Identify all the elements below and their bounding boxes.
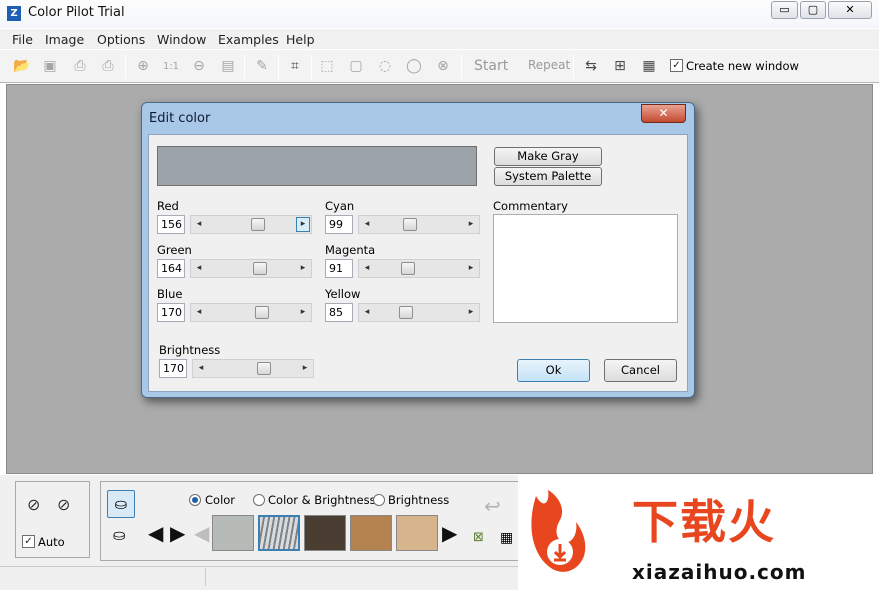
green-label: Green: [157, 243, 192, 257]
app-icon: Z: [7, 6, 21, 21]
thumbnail-3[interactable]: [304, 515, 346, 551]
red-input[interactable]: 156: [157, 215, 185, 234]
mode-color-brightness-label: Color & Brightness: [268, 493, 376, 507]
yellow-slider[interactable]: ◂ ▸: [358, 303, 480, 322]
rect-select-icon[interactable]: ⬚: [316, 56, 338, 77]
thumbnail-5[interactable]: [396, 515, 438, 551]
mode-brightness-label: Brightness: [388, 493, 450, 507]
zoom-in-icon[interactable]: ⊕: [132, 56, 154, 77]
dialog-title: Edit color: [149, 111, 211, 126]
start-button[interactable]: Start: [474, 58, 508, 74]
red-label: Red: [157, 199, 179, 213]
save-icon[interactable]: ▣: [39, 56, 61, 77]
table-icon[interactable]: ▦: [500, 530, 513, 546]
magenta-input[interactable]: 91: [325, 259, 353, 278]
zoom-out-icon[interactable]: ⊖: [188, 56, 210, 77]
thumbnail-1[interactable]: [212, 515, 254, 551]
menu-image[interactable]: Image: [45, 32, 84, 47]
red-slider[interactable]: ◂ ▸: [190, 215, 312, 234]
status-divider: [205, 568, 206, 586]
undo-icon[interactable]: ↩: [484, 494, 501, 518]
eyedropper-icon[interactable]: ✎: [251, 56, 273, 77]
ellipse-select-icon[interactable]: ◌: [374, 56, 396, 77]
scroll-left-icon[interactable]: ◀: [194, 521, 209, 545]
commentary-textarea[interactable]: [493, 214, 678, 323]
magenta-label: Magenta: [325, 243, 376, 257]
minimize-button[interactable]: ▭: [771, 1, 798, 19]
prev-arrow-icon[interactable]: ◀: [148, 521, 163, 545]
close-button[interactable]: ✕: [828, 1, 872, 19]
thumbnail-4[interactable]: [350, 515, 392, 551]
cyan-input[interactable]: 99: [325, 215, 353, 234]
yellow-slider-thumb[interactable]: [399, 306, 413, 319]
blue-slider-thumb[interactable]: [255, 306, 269, 319]
mode-color-brightness-radio[interactable]: [253, 494, 265, 506]
green-input[interactable]: 164: [157, 259, 185, 278]
menu-help[interactable]: Help: [286, 32, 315, 47]
mode-color-label: Color: [205, 493, 236, 507]
cyan-slider[interactable]: ◂ ▸: [358, 215, 480, 234]
thumbnail-2[interactable]: [258, 515, 300, 551]
create-new-window-label: Create new window: [686, 59, 799, 73]
cyan-slider-thumb[interactable]: [403, 218, 417, 231]
brightness-slider[interactable]: ◂ ▸: [192, 359, 314, 378]
open-folder-icon[interactable]: 📂: [11, 56, 33, 77]
fit-window-icon[interactable]: ▤: [217, 56, 239, 77]
eraser-auto-icon[interactable]: ⊘: [57, 495, 70, 514]
commentary-label: Commentary: [493, 199, 568, 213]
brightness-input[interactable]: 170: [159, 359, 187, 378]
ok-button[interactable]: Ok: [517, 359, 590, 382]
green-slider-thumb[interactable]: [253, 262, 267, 275]
blue-label: Blue: [157, 287, 183, 301]
reset-icon[interactable]: ⊠: [473, 530, 484, 545]
flame-logo: [531, 490, 586, 572]
cyan-label: Cyan: [325, 199, 355, 213]
scroll-right-icon[interactable]: ▶: [442, 521, 457, 545]
yellow-label: Yellow: [325, 287, 361, 301]
make-gray-button[interactable]: Make Gray: [494, 147, 602, 166]
print-icon[interactable]: ⎙: [69, 56, 91, 77]
red-slider-thumb[interactable]: [251, 218, 265, 231]
title-bar: [0, 0, 879, 28]
mode-brightness-radio[interactable]: [373, 494, 385, 506]
crop-icon[interactable]: ⌗: [284, 56, 306, 77]
maximize-button[interactable]: ▢: [800, 1, 826, 19]
print-preview-icon[interactable]: ⎙: [97, 56, 119, 77]
menu-window[interactable]: Window: [157, 32, 206, 47]
system-palette-button[interactable]: System Palette: [494, 167, 602, 186]
magenta-slider-thumb[interactable]: [401, 262, 415, 275]
auto-checkbox[interactable]: ✓: [22, 535, 35, 548]
auto-label: Auto: [38, 535, 65, 549]
pot-active-icon[interactable]: ⛀: [107, 490, 135, 518]
magenta-slider[interactable]: ◂ ▸: [358, 259, 480, 278]
next-arrow-icon[interactable]: ▶: [170, 521, 185, 545]
blue-slider[interactable]: ◂ ▸: [190, 303, 312, 322]
window-title: Color Pilot Trial: [28, 5, 125, 20]
grid-view-icon[interactable]: ⊞: [609, 56, 631, 77]
clear-selection-icon[interactable]: ⊗: [432, 56, 454, 77]
rect-select-filled-icon[interactable]: ▢: [345, 56, 367, 77]
compare-icon[interactable]: ⇆: [580, 56, 602, 77]
cancel-button[interactable]: Cancel: [604, 359, 677, 382]
menu-examples[interactable]: Examples: [218, 32, 279, 47]
brightness-slider-thumb[interactable]: [257, 362, 271, 375]
brightness-label: Brightness: [159, 343, 221, 357]
dialog-close-button[interactable]: ✕: [641, 104, 686, 123]
tile-window-icon[interactable]: ▦: [638, 56, 660, 77]
menu-file[interactable]: File: [12, 32, 33, 47]
mode-color-radio[interactable]: [189, 494, 201, 506]
color-swatch: [157, 146, 477, 186]
pot-icon[interactable]: ⛀: [113, 526, 126, 544]
watermark-text: 下载火: [632, 495, 776, 549]
eraser-icon[interactable]: ⊘: [27, 495, 40, 514]
watermark-url: xiazaihuo.com: [632, 560, 807, 584]
create-new-window-checkbox[interactable]: ✓: [670, 59, 683, 72]
zoom-actual-icon[interactable]: 1:1: [160, 56, 182, 77]
green-slider[interactable]: ◂ ▸: [190, 259, 312, 278]
yellow-input[interactable]: 85: [325, 303, 353, 322]
blue-input[interactable]: 170: [157, 303, 185, 322]
repeat-button[interactable]: Repeat: [528, 58, 570, 72]
lasso-icon[interactable]: ◯: [403, 56, 425, 77]
menu-options[interactable]: Options: [97, 32, 145, 47]
